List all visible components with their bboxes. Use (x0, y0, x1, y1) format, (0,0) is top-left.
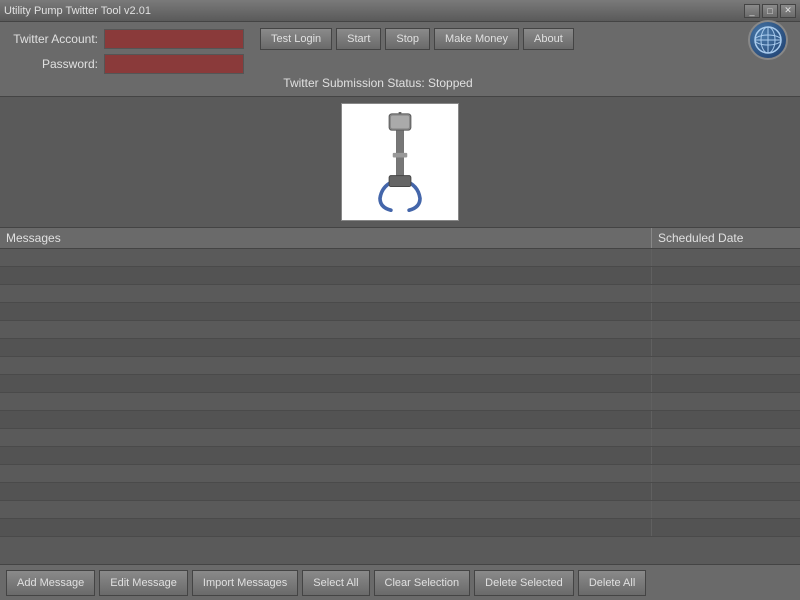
start-button[interactable]: Start (336, 28, 381, 50)
bottom-bar: Add Message Edit Message Import Messages… (0, 564, 800, 600)
table-row[interactable] (0, 429, 800, 447)
cell-message (0, 357, 652, 374)
cell-date (652, 321, 800, 338)
cell-message (0, 393, 652, 410)
table-row[interactable] (0, 483, 800, 501)
cell-date (652, 393, 800, 410)
test-login-button[interactable]: Test Login (260, 28, 332, 50)
cell-date (652, 357, 800, 374)
add-message-button[interactable]: Add Message (6, 570, 95, 596)
table-row[interactable] (0, 339, 800, 357)
table-row[interactable] (0, 285, 800, 303)
table-row[interactable] (0, 465, 800, 483)
delete-selected-button[interactable]: Delete Selected (474, 570, 574, 596)
cell-date (652, 447, 800, 464)
status-text: Twitter Submission Status: Stopped (8, 76, 748, 90)
cell-date (652, 249, 800, 266)
cell-message (0, 501, 652, 518)
cell-date (652, 501, 800, 518)
table-row[interactable] (0, 447, 800, 465)
table-row[interactable] (0, 267, 800, 285)
globe-button[interactable] (748, 20, 788, 60)
maximize-button[interactable]: □ (762, 4, 778, 18)
password-input[interactable] (104, 54, 244, 74)
cell-message (0, 285, 652, 302)
password-row: Password: (8, 54, 748, 74)
cell-message (0, 375, 652, 392)
cell-date (652, 285, 800, 302)
col-messages-header: Messages (0, 228, 652, 248)
table-row[interactable] (0, 303, 800, 321)
table-row[interactable] (0, 393, 800, 411)
cell-message (0, 303, 652, 320)
table-row[interactable] (0, 357, 800, 375)
title-bar: Utility Pump Twitter Tool v2.01 _ □ ✕ (0, 0, 800, 22)
title-text: Utility Pump Twitter Tool v2.01 (4, 5, 151, 17)
select-all-button[interactable]: Select All (302, 570, 369, 596)
cell-message (0, 465, 652, 482)
cell-date (652, 483, 800, 500)
cell-message (0, 447, 652, 464)
cell-message (0, 429, 652, 446)
account-row: Twitter Account: Test Login Start Stop M… (8, 28, 748, 50)
close-button[interactable]: ✕ (780, 4, 796, 18)
minimize-button[interactable]: _ (744, 4, 760, 18)
table-row[interactable] (0, 519, 800, 537)
window-controls: _ □ ✕ (744, 4, 796, 18)
import-messages-button[interactable]: Import Messages (192, 570, 298, 596)
col-date-header: Scheduled Date (652, 228, 800, 248)
cell-date (652, 465, 800, 482)
pump-illustration (360, 112, 440, 212)
table-body[interactable] (0, 249, 800, 537)
product-image (341, 103, 459, 221)
twitter-account-input[interactable] (104, 29, 244, 49)
table-row[interactable] (0, 249, 800, 267)
cell-message (0, 267, 652, 284)
cell-date (652, 519, 800, 536)
about-button[interactable]: About (523, 28, 574, 50)
table-header: Messages Scheduled Date (0, 228, 800, 249)
make-money-button[interactable]: Make Money (434, 28, 519, 50)
cell-message (0, 249, 652, 266)
cell-message (0, 483, 652, 500)
twitter-account-label: Twitter Account: (8, 32, 98, 46)
image-container (0, 97, 800, 227)
password-label: Password: (8, 57, 98, 71)
stop-button[interactable]: Stop (385, 28, 430, 50)
delete-all-button[interactable]: Delete All (578, 570, 646, 596)
main-layout: Twitter Account: Test Login Start Stop M… (0, 22, 800, 600)
clear-selection-button[interactable]: Clear Selection (374, 570, 471, 596)
table-row[interactable] (0, 321, 800, 339)
cell-date (652, 303, 800, 320)
cell-message (0, 519, 652, 536)
cell-message (0, 411, 652, 428)
toolbar-buttons: Test Login Start Stop Make Money About (260, 28, 574, 50)
cell-date (652, 267, 800, 284)
table-row[interactable] (0, 501, 800, 519)
table-container: Messages Scheduled Date (0, 227, 800, 600)
globe-icon (754, 26, 782, 54)
cell-date (652, 375, 800, 392)
table-row[interactable] (0, 375, 800, 393)
cell-message (0, 339, 652, 356)
cell-date (652, 411, 800, 428)
edit-message-button[interactable]: Edit Message (99, 570, 188, 596)
cell-message (0, 321, 652, 338)
cell-date (652, 429, 800, 446)
controls-area: Twitter Account: Test Login Start Stop M… (0, 22, 800, 97)
cell-date (652, 339, 800, 356)
table-row[interactable] (0, 411, 800, 429)
